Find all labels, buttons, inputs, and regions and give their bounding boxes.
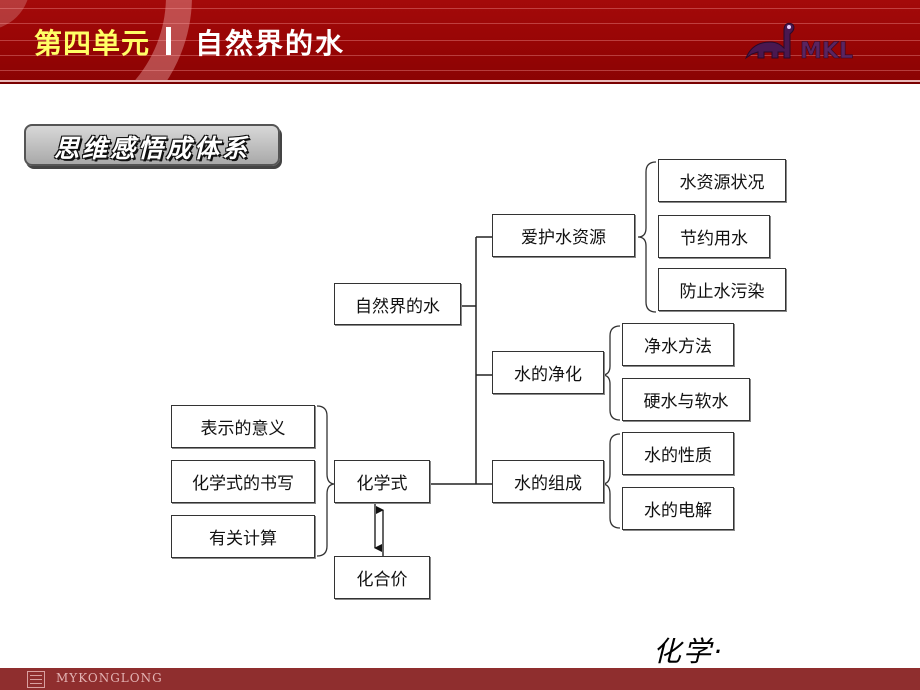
subject-label: 化学· (653, 635, 724, 668)
leaf-node: 净水方法 (622, 323, 734, 366)
node-label: 爱护水资源 (521, 228, 606, 248)
brace (601, 433, 621, 529)
header-line (0, 70, 920, 71)
aspect-node: 化学式的书写 (171, 460, 315, 503)
valence-node: 化合价 (334, 556, 430, 599)
section-badge-label: 思维感悟成体系 (53, 134, 250, 163)
section-badge: 思维感悟成体系 (24, 124, 280, 166)
node-label: 水的性质 (644, 446, 712, 466)
node-label: 硬水与软水 (643, 392, 729, 412)
footer-logo-icon (27, 671, 45, 688)
leaf-node: 硬水与软水 (622, 378, 750, 421)
leaf-node: 水的电解 (622, 487, 734, 530)
node-label: 有关计算 (209, 529, 277, 549)
header-line (0, 8, 920, 9)
node-label: 表示的意义 (200, 419, 286, 439)
node-label: 化合价 (356, 570, 408, 590)
slide-footer: MYKONGLONG (0, 668, 920, 690)
formula-node: 化学式 (334, 460, 430, 503)
branch-node-protect-water: 爱护水资源 (492, 214, 635, 257)
aspect-node: 表示的意义 (171, 405, 315, 448)
header-rule (0, 82, 920, 84)
leaf-node: 水资源状况 (658, 159, 786, 202)
leaf-node: 防止水污染 (658, 268, 786, 311)
leaf-node: 节约用水 (658, 215, 770, 258)
branch-node-composition: 水的组成 (492, 460, 604, 503)
root-node: 自然界的水 (334, 283, 461, 325)
node-label: 水的净化 (514, 365, 582, 385)
topic-title: 自然界的水 (195, 27, 346, 60)
node-label: 水的组成 (514, 474, 582, 494)
node-label: 化学式 (356, 474, 408, 494)
node-label: 节约用水 (680, 229, 748, 249)
node-label: 自然界的水 (355, 296, 440, 317)
brace (601, 325, 621, 421)
leaf-node: 水的性质 (622, 432, 734, 475)
footer-brand: MYKONGLONG (56, 671, 163, 685)
unit-title: 第四单元 (34, 27, 151, 60)
node-label: 净水方法 (644, 337, 712, 357)
slide-header: 第四单元 自然界的水 MKL (0, 0, 920, 84)
diagram-connectors (316, 161, 657, 557)
brace (316, 405, 336, 557)
brace (637, 161, 657, 313)
node-label: 化学式的书写 (192, 474, 294, 494)
svg-text:MKL: MKL (800, 39, 853, 64)
node-label: 防止水污染 (679, 282, 765, 302)
title-separator (166, 27, 171, 55)
node-label: 水的电解 (644, 501, 712, 521)
branch-node-purification: 水的净化 (492, 351, 604, 394)
aspect-node: 有关计算 (171, 515, 315, 558)
node-label: 水资源状况 (679, 173, 765, 193)
dinosaur-logo-icon: MKL (744, 22, 853, 64)
